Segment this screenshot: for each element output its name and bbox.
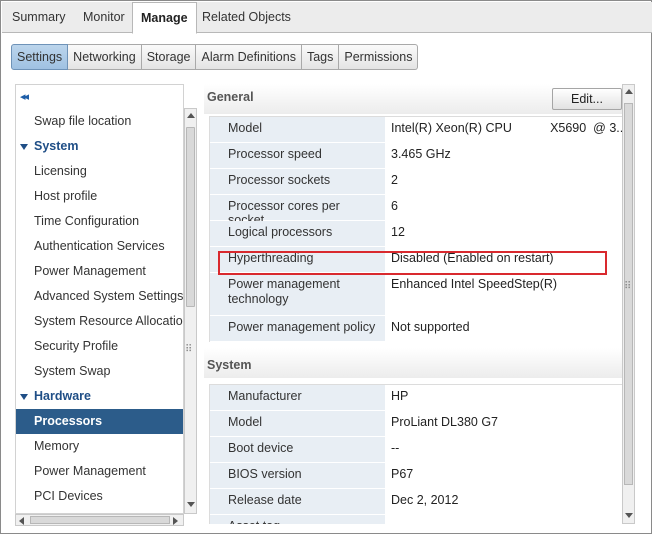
nav-item-power-management-system[interactable]: Power Management bbox=[16, 259, 183, 284]
table-row: Power management technology Enhanced Int… bbox=[210, 273, 622, 316]
nav-vertical-scrollbar[interactable] bbox=[184, 108, 197, 514]
table-row: Logical processors 12 bbox=[210, 221, 622, 247]
property-value: 12 bbox=[385, 221, 622, 247]
table-row: Asset tag bbox=[210, 515, 622, 524]
table-row: Model ProLiant DL380 G7 bbox=[210, 411, 622, 437]
property-value: -- bbox=[385, 437, 622, 463]
pane-splitter-grip-icon[interactable]: ⠿ bbox=[624, 281, 631, 292]
subtab-storage[interactable]: Storage bbox=[141, 44, 197, 70]
nav-group-label: Hardware bbox=[34, 389, 91, 403]
subtab-permissions[interactable]: Permissions bbox=[339, 44, 419, 70]
table-row: Boot device -- bbox=[210, 437, 622, 463]
property-value: Dec 2, 2012 bbox=[385, 489, 622, 515]
edit-button[interactable]: Edit... bbox=[552, 88, 622, 110]
property-value: Enhanced Intel SpeedStep(R) bbox=[385, 273, 622, 316]
scroll-right-icon[interactable] bbox=[173, 517, 178, 525]
general-properties-table: Model Intel(R) Xeon(R) CPU X5690 @ 3... … bbox=[209, 116, 622, 342]
property-label: Manufacturer bbox=[210, 385, 385, 411]
nav-item-power-management-hardware[interactable]: Power Management bbox=[16, 459, 183, 484]
nav-item-system-swap[interactable]: System Swap bbox=[16, 359, 183, 384]
property-value: HP bbox=[385, 385, 622, 411]
table-row: Release date Dec 2, 2012 bbox=[210, 489, 622, 515]
pane-splitter-grip-icon[interactable]: ⠿ bbox=[185, 344, 192, 355]
table-row: Processor speed 3.465 GHz bbox=[210, 143, 622, 169]
property-label: Power management policy bbox=[210, 316, 385, 342]
property-label: Power management technology bbox=[210, 273, 385, 316]
property-value: ProLiant DL380 G7 bbox=[385, 411, 622, 437]
processor-details: General Edit... Model Intel(R) Xeon(R) C… bbox=[204, 84, 622, 524]
property-label: Model bbox=[210, 117, 385, 143]
scroll-left-icon[interactable] bbox=[19, 517, 24, 525]
tab-summary[interactable]: Summary bbox=[4, 2, 73, 33]
table-row: Power management policy Not supported bbox=[210, 316, 622, 342]
property-value: Intel(R) Xeon(R) CPU X5690 @ 3... bbox=[385, 117, 622, 143]
property-label: Processor speed bbox=[210, 143, 385, 169]
scroll-down-icon[interactable] bbox=[625, 513, 633, 518]
expand-triangle-icon bbox=[20, 393, 28, 400]
collapse-nav-icon[interactable]: ◂◂ bbox=[20, 90, 29, 103]
app-frame: Summary Monitor Manage Related Objects S… bbox=[0, 0, 652, 534]
system-section-header bbox=[204, 348, 622, 378]
system-properties-table: Manufacturer HP Model ProLiant DL380 G7 … bbox=[209, 384, 622, 524]
nav-item-memory[interactable]: Memory bbox=[16, 434, 183, 459]
nav-item-time-configuration[interactable]: Time Configuration bbox=[16, 209, 183, 234]
table-row: Processor sockets 2 bbox=[210, 169, 622, 195]
table-row: BIOS version P67 bbox=[210, 463, 622, 489]
table-row: Manufacturer HP bbox=[210, 385, 622, 411]
nav-item-processors[interactable]: Processors bbox=[16, 409, 183, 434]
nav-group-label: System bbox=[34, 139, 79, 153]
nav-item-advanced-system-settings[interactable]: Advanced System Settings bbox=[16, 284, 183, 309]
nav-group-hardware[interactable]: Hardware bbox=[16, 384, 183, 409]
subtab-settings[interactable]: Settings bbox=[11, 44, 69, 70]
property-value: 2 bbox=[385, 169, 622, 195]
nav-item-licensing[interactable]: Licensing bbox=[16, 159, 183, 184]
expand-triangle-icon bbox=[20, 143, 28, 150]
nav-item-security-profile[interactable]: Security Profile bbox=[16, 334, 183, 359]
subtab-tags[interactable]: Tags bbox=[301, 44, 340, 70]
scrollbar-thumb[interactable] bbox=[30, 516, 170, 524]
hyperthreading-highlight-box bbox=[218, 251, 607, 275]
tab-monitor[interactable]: Monitor bbox=[75, 2, 133, 33]
tab-related-objects[interactable]: Related Objects bbox=[194, 2, 299, 33]
subtab-alarm-definitions[interactable]: Alarm Definitions bbox=[196, 44, 302, 70]
nav-item-pci-devices[interactable]: PCI Devices bbox=[16, 484, 183, 509]
property-label: Processor sockets bbox=[210, 169, 385, 195]
details-vertical-scrollbar[interactable] bbox=[622, 84, 635, 524]
table-row: Model Intel(R) Xeon(R) CPU X5690 @ 3... bbox=[210, 117, 622, 143]
scroll-up-icon[interactable] bbox=[625, 89, 633, 94]
property-value bbox=[385, 515, 622, 524]
nav-horizontal-scrollbar[interactable] bbox=[15, 514, 184, 526]
nav-item-authentication-services[interactable]: Authentication Services bbox=[16, 234, 183, 259]
property-label: BIOS version bbox=[210, 463, 385, 489]
tab-manage[interactable]: Manage bbox=[132, 2, 197, 34]
table-row: Processor cores per socket 6 bbox=[210, 195, 622, 227]
property-value: P67 bbox=[385, 463, 622, 489]
general-section-title: General bbox=[207, 90, 254, 104]
property-value: 3.465 GHz bbox=[385, 143, 622, 169]
property-label: Release date bbox=[210, 489, 385, 515]
sub-tab-bar: Settings Networking Storage Alarm Defini… bbox=[11, 44, 419, 70]
property-label: Boot device bbox=[210, 437, 385, 463]
property-value: 6 bbox=[385, 195, 622, 221]
scrollbar-thumb[interactable] bbox=[186, 127, 195, 307]
top-tab-bar: Summary Monitor Manage Related Objects bbox=[2, 2, 652, 34]
settings-nav: ◂◂ Swap file location System Licensing H… bbox=[15, 84, 184, 514]
nav-item-swap-file-location[interactable]: Swap file location bbox=[16, 109, 183, 134]
scroll-down-icon[interactable] bbox=[187, 502, 195, 507]
subtab-networking[interactable]: Networking bbox=[68, 44, 142, 70]
system-section-title: System bbox=[207, 358, 252, 372]
property-label: Processor cores per socket bbox=[210, 195, 385, 227]
nav-item-host-profile[interactable]: Host profile bbox=[16, 184, 183, 209]
nav-group-system[interactable]: System bbox=[16, 134, 183, 159]
property-label: Logical processors bbox=[210, 221, 385, 247]
scroll-up-icon[interactable] bbox=[187, 113, 195, 118]
nav-item-system-resource-allocation[interactable]: System Resource Allocation bbox=[16, 309, 183, 334]
property-label: Asset tag bbox=[210, 515, 385, 524]
property-label: Model bbox=[210, 411, 385, 437]
scrollbar-thumb[interactable] bbox=[624, 103, 633, 485]
property-value: Not supported bbox=[385, 316, 622, 342]
